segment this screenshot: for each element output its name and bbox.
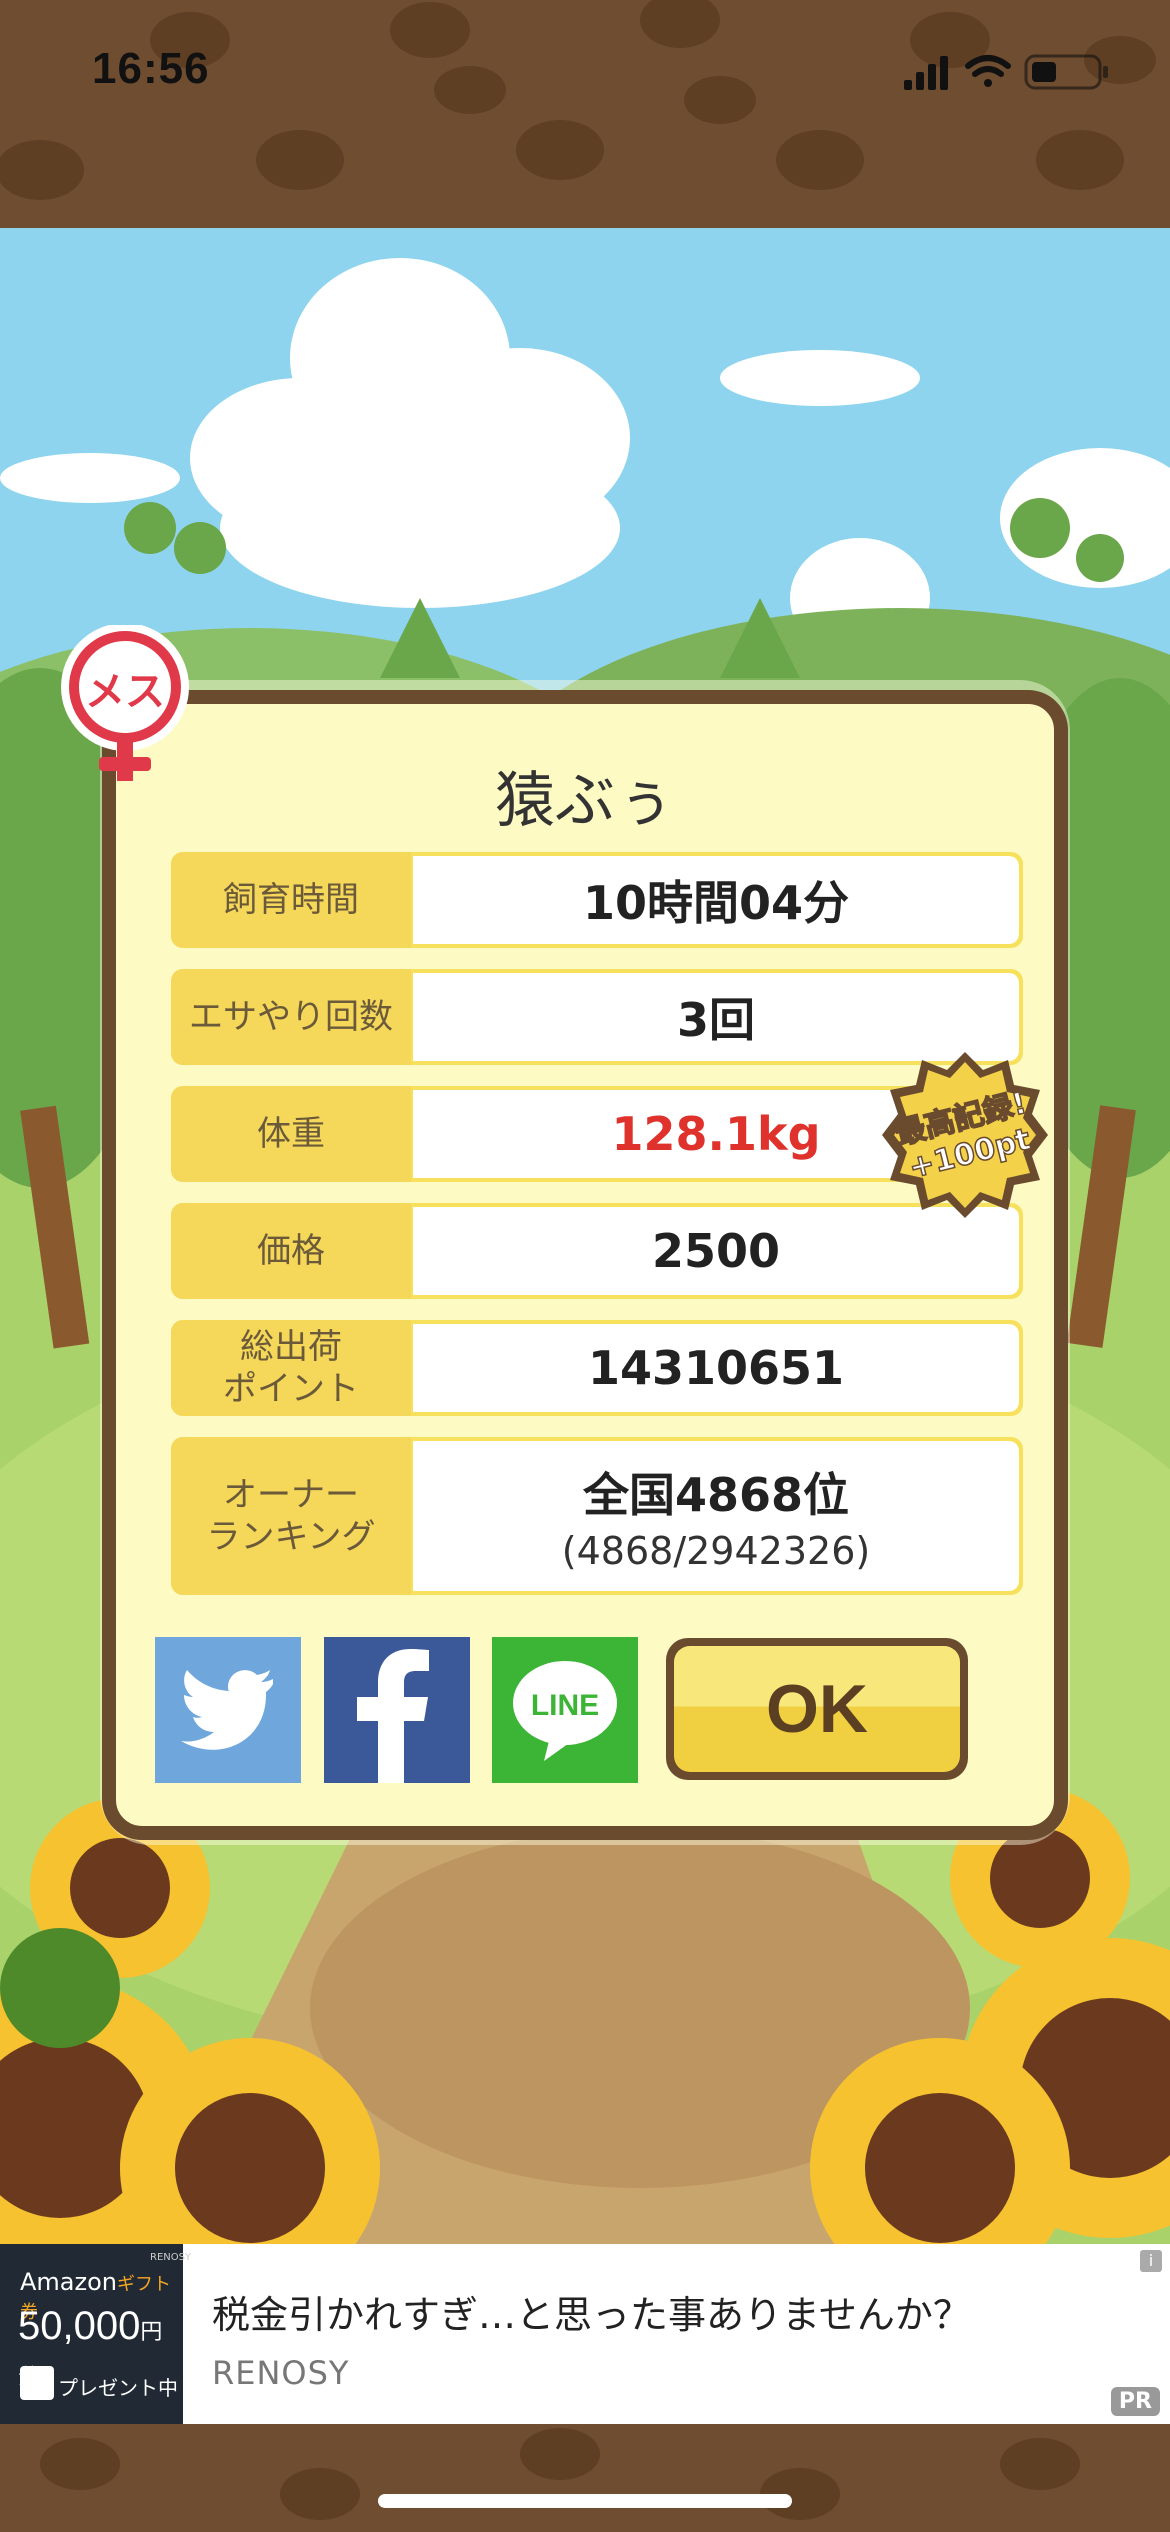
ad-amount-number: 50,000 bbox=[18, 2304, 141, 2348]
stat-label: 体重 bbox=[171, 1086, 411, 1182]
line-share-button[interactable]: LINE bbox=[492, 1637, 638, 1783]
stat-value: 10時間04分 bbox=[413, 856, 1019, 944]
line-label: LINE bbox=[531, 1689, 599, 1722]
wifi-icon bbox=[965, 55, 1011, 87]
bean-pattern-bottom bbox=[40, 2428, 1080, 2520]
bottom-bar bbox=[0, 2424, 1170, 2532]
bean-pattern bbox=[0, 0, 1156, 200]
ranking-rank: 全国4868位 bbox=[582, 1468, 850, 1522]
stat-row-total-points: 総出荷 ポイント 14310651 bbox=[171, 1320, 1023, 1416]
ad-banner[interactable]: RENOSY Amazonギフト券 50,000円分 プレゼント中 税金引かれす… bbox=[0, 2244, 1170, 2424]
status-bar: 16:56 bbox=[0, 0, 1170, 228]
stat-row-owner-ranking: オーナー ランキング 全国4868位 (4868/2942326) bbox=[171, 1437, 1023, 1595]
record-badge: 最高記録! +100pt bbox=[882, 1052, 1048, 1218]
stat-value: 3回 bbox=[413, 973, 1019, 1061]
stat-row-breeding-time: 飼育時間 10時間04分 bbox=[171, 852, 1023, 948]
female-icon: メス bbox=[61, 625, 189, 781]
stat-label: エサやり回数 bbox=[171, 969, 411, 1065]
home-indicator[interactable] bbox=[378, 2494, 792, 2508]
battery-icon bbox=[1024, 54, 1108, 90]
ok-button[interactable]: OK bbox=[666, 1638, 968, 1780]
facebook-share-button[interactable] bbox=[324, 1637, 470, 1783]
stat-label: 価格 bbox=[171, 1203, 411, 1299]
pet-name: 猿ぶぅ bbox=[495, 766, 675, 836]
stat-label: 飼育時間 bbox=[171, 852, 411, 948]
ranking-detail: (4868/2942326) bbox=[561, 1529, 871, 1573]
stat-label: 総出荷 ポイント bbox=[171, 1320, 411, 1416]
ok-button-label: OK bbox=[674, 1646, 960, 1772]
ad-amazon-text: Amazon bbox=[20, 2268, 117, 2296]
ad-info-icon[interactable]: i bbox=[1140, 2250, 1162, 2272]
stat-value: 2500 bbox=[413, 1207, 1019, 1295]
status-time: 16:56 bbox=[92, 44, 210, 93]
gender-label: メス bbox=[85, 669, 165, 715]
ad-title: 税金引かれすぎ…と思った事ありませんか？ bbox=[212, 2293, 971, 2337]
ad-brand-small: RENOSY bbox=[150, 2252, 192, 2263]
ad-image: RENOSY Amazonギフト券 50,000円分 プレゼント中 bbox=[0, 2244, 191, 2424]
status-icons bbox=[904, 54, 1108, 90]
ad-present: プレゼント中 bbox=[58, 2376, 178, 2400]
app-frame: 16:56 猿ぶぅ 飼育時間 10時間04分 エサやり回数 3回 体重 128.… bbox=[0, 0, 1170, 2532]
stat-value: 14310651 bbox=[413, 1324, 1019, 1412]
stat-label: オーナー ランキング bbox=[171, 1437, 411, 1595]
ranking-value: 全国4868位 (4868/2942326) bbox=[413, 1441, 1019, 1591]
signal-icon bbox=[904, 56, 948, 90]
ad-sponsor: RENOSY bbox=[212, 2354, 350, 2392]
twitter-share-button[interactable] bbox=[155, 1637, 301, 1783]
gift-icon bbox=[20, 2366, 54, 2400]
ad-pr-badge: PR bbox=[1110, 2387, 1160, 2416]
